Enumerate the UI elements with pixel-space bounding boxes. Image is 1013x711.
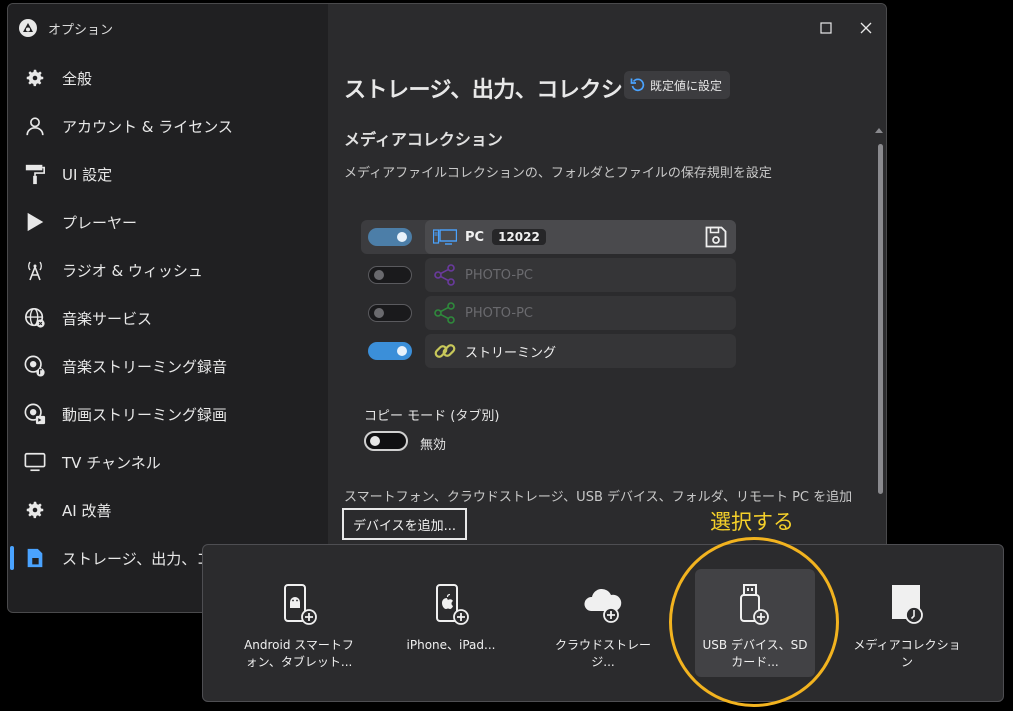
device-entry[interactable]: PHOTO-PC: [425, 296, 736, 330]
tile-android[interactable]: Android スマートフォン、タブレット...: [239, 569, 359, 677]
sidebar-item-label: 音楽サービス: [62, 309, 153, 328]
link-icon: [433, 339, 457, 363]
sidebar-item-label: 音楽ストリーミング録音: [62, 357, 228, 376]
device-row-photo-pc-1[interactable]: PHOTO-PC: [361, 258, 736, 292]
scrollbar-thumb[interactable]: [878, 144, 883, 494]
section-title: メディアコレクション: [344, 130, 503, 149]
app-logo-icon: [19, 19, 37, 37]
video-record-icon: [23, 402, 47, 426]
sidebar-item-tv-channels[interactable]: TV チャンネル: [8, 438, 328, 486]
sidebar-item-ui-settings[interactable]: UI 設定: [8, 150, 328, 198]
sidebar-item-music-recording[interactable]: 音楽ストリーミング録音: [8, 342, 328, 390]
media-collection-icon: [883, 581, 931, 629]
close-button[interactable]: [846, 4, 886, 52]
sidebar-item-label: TV チャンネル: [62, 453, 161, 472]
sidebar-item-label: AI 改善: [62, 501, 112, 520]
sidebar-item-video-recording[interactable]: 動画ストリーミング録画: [8, 390, 328, 438]
device-entry[interactable]: PC 12022: [425, 220, 736, 254]
device-toggle[interactable]: [368, 228, 412, 246]
sidebar-item-music-services[interactable]: 音楽サービス: [8, 294, 328, 342]
annotation-text: 選択する: [710, 510, 794, 534]
add-device-description: スマートフォン、クラウドストレージ、USB デバイス、フォルダ、リモート PC …: [344, 490, 853, 505]
tile-cloud[interactable]: クラウドストレージ...: [543, 569, 663, 677]
gear-icon: [23, 66, 47, 90]
storage-icon: [23, 546, 47, 570]
copy-mode-toggle[interactable]: [364, 431, 408, 451]
sidebar-item-label: ラジオ & ウィッシュ: [62, 261, 203, 280]
toggle-knob: [397, 346, 407, 356]
tile-media-collection[interactable]: メディアコレクション: [847, 569, 967, 677]
usb-icon: [731, 581, 779, 629]
sidebar: オプション 全般 アカウント & ライセンス UI 設定 プレーヤー ラジオ &…: [8, 4, 328, 612]
reset-defaults-label: 既定値に設定: [650, 78, 723, 93]
sidebar-item-label: UI 設定: [62, 165, 113, 184]
undo-icon: [630, 78, 645, 92]
sidebar-item-label: アカウント & ライセンス: [62, 117, 233, 136]
iphone-icon: [427, 581, 475, 629]
sidebar-item-label: 全般: [62, 69, 93, 88]
scrollbar-up-arrow[interactable]: [875, 128, 883, 133]
device-entry[interactable]: ストリーミング: [425, 334, 736, 368]
device-entry[interactable]: PHOTO-PC: [425, 258, 736, 292]
tile-label: USB デバイス、SD カード...: [702, 638, 808, 669]
device-row-pc[interactable]: PC 12022: [361, 220, 736, 254]
sidebar-item-radio[interactable]: ラジオ & ウィッシュ: [8, 246, 328, 294]
section-description: メディアファイルコレクションの、フォルダとファイルの保存規則を設定: [344, 166, 772, 181]
copy-mode-state: 無効: [420, 438, 447, 453]
close-icon: [860, 22, 872, 34]
tv-icon: [23, 450, 47, 474]
paint-roller-icon: [23, 162, 47, 186]
tile-iphone[interactable]: iPhone、iPad...: [391, 569, 511, 677]
gear-icon: [23, 498, 47, 522]
android-phone-icon: [275, 581, 323, 629]
page-title: ストレージ、出力、コレクション: [344, 78, 666, 103]
device-toggle[interactable]: [368, 304, 412, 322]
toggle-knob: [397, 232, 407, 242]
antenna-icon: [23, 258, 47, 282]
sidebar-item-general[interactable]: 全般: [8, 54, 328, 102]
cloud-icon: [579, 581, 627, 629]
person-icon: [23, 114, 47, 138]
maximize-icon: [820, 22, 832, 34]
pc-icon: [433, 225, 457, 249]
device-label: PHOTO-PC: [465, 267, 533, 283]
music-record-icon: [23, 354, 47, 378]
sidebar-nav: 全般 アカウント & ライセンス UI 設定 プレーヤー ラジオ & ウィッシュ…: [8, 54, 328, 582]
maximize-button[interactable]: [806, 4, 846, 52]
title-bar: オプション: [8, 4, 328, 52]
globe-icon: [23, 306, 47, 330]
add-device-popup: Android スマートフォン、タブレット... iPhone、iPad... …: [202, 544, 1004, 702]
sidebar-item-player[interactable]: プレーヤー: [8, 198, 328, 246]
tile-label: iPhone、iPad...: [406, 638, 496, 652]
sidebar-item-label: プレーヤー: [62, 213, 138, 232]
copy-mode-label: コピー モード (タブ別): [364, 409, 500, 424]
share-icon: [433, 301, 457, 325]
tile-usb-sd[interactable]: USB デバイス、SD カード...: [695, 569, 815, 677]
device-row-streaming[interactable]: ストリーミング: [361, 334, 736, 368]
device-toggle[interactable]: [368, 266, 412, 284]
share-icon: [433, 263, 457, 287]
device-toggle[interactable]: [368, 342, 412, 360]
toggle-knob: [374, 270, 384, 280]
tile-label: メディアコレクション: [853, 638, 961, 669]
device-label: PHOTO-PC: [465, 305, 533, 321]
main-panel: ストレージ、出力、コレクション 既定値に設定 メディアコレクション メディアファ…: [328, 4, 886, 612]
window-controls: [806, 4, 886, 52]
window-title: オプション: [48, 22, 114, 38]
tile-label: Android スマートフォン、タブレット...: [244, 638, 354, 669]
reset-defaults-button[interactable]: 既定値に設定: [624, 71, 731, 99]
device-label: ストリーミング: [465, 345, 557, 361]
sidebar-item-account[interactable]: アカウント & ライセンス: [8, 102, 328, 150]
play-icon: [23, 210, 47, 234]
toggle-knob: [374, 308, 384, 318]
save-icon[interactable]: [704, 225, 728, 253]
device-label: PC: [465, 229, 485, 245]
sidebar-item-ai-improve[interactable]: AI 改善: [8, 486, 328, 534]
tile-label: クラウドストレージ...: [554, 638, 651, 669]
add-device-button[interactable]: デバイスを追加...: [342, 508, 468, 540]
device-badge: 12022: [492, 229, 546, 245]
sidebar-item-label: 動画ストリーミング録画: [62, 405, 228, 424]
toggle-knob: [370, 436, 380, 446]
device-row-photo-pc-2[interactable]: PHOTO-PC: [361, 296, 736, 330]
